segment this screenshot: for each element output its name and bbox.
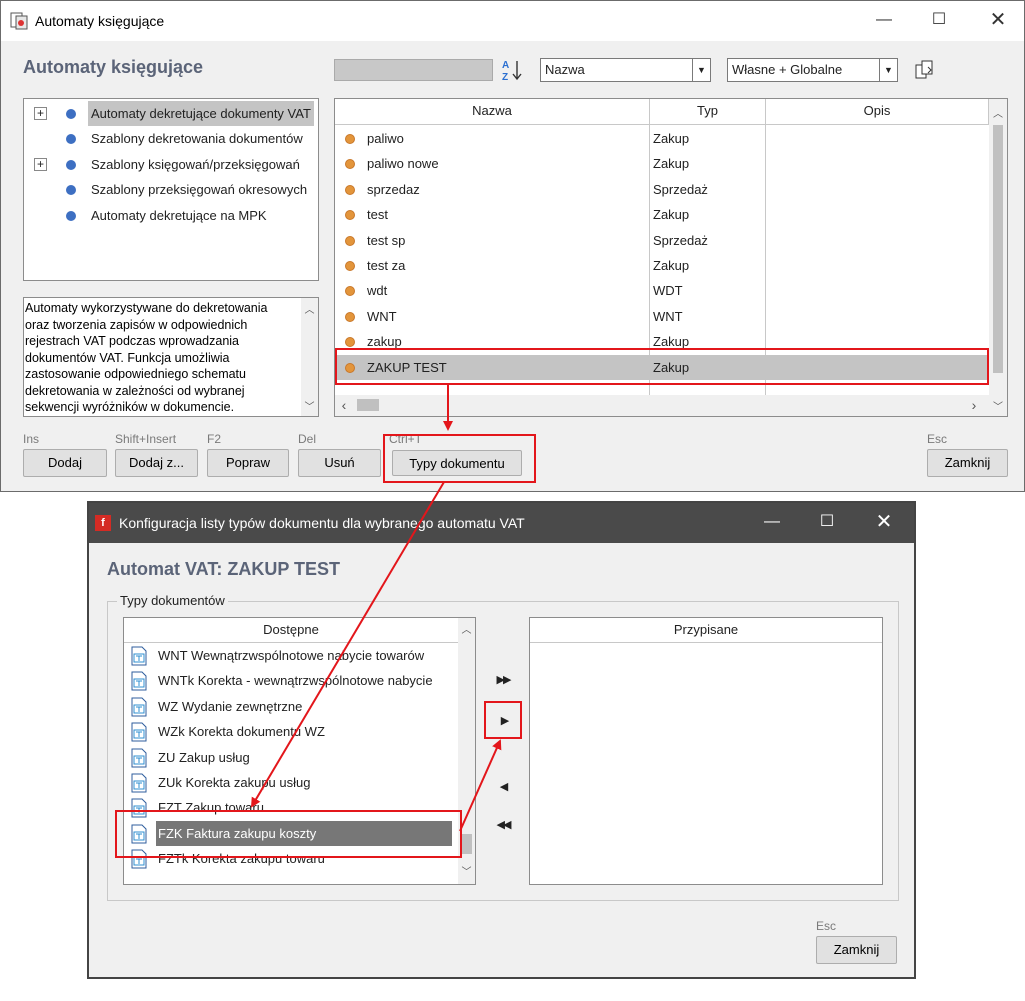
annotation-arrows	[250, 385, 502, 832]
arrow-button-to-list	[250, 481, 445, 808]
arrow-item-to-add	[459, 739, 502, 832]
